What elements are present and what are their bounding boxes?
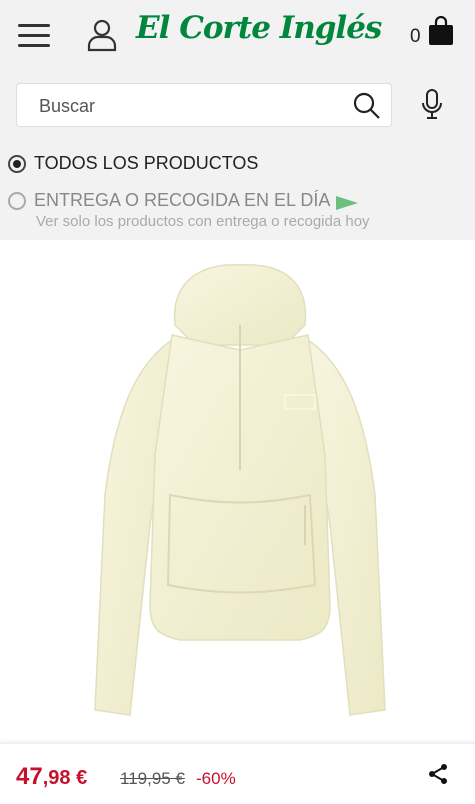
filter-same-day[interactable]: ENTREGA O RECOGIDA EN EL DÍA (8, 190, 359, 211)
filter-all-label: TODOS LOS PRODUCTOS (34, 153, 259, 173)
user-icon[interactable] (86, 18, 118, 52)
price-bar: 47,98 € 119,95 € -60% (0, 743, 475, 804)
search-box (16, 83, 392, 128)
brand-logo[interactable]: El Corte Inglés (136, 10, 382, 46)
search-icon[interactable] (353, 92, 381, 120)
product-image[interactable] (80, 255, 400, 725)
filter-same-day-description: Ver solo los productos con entrega o rec… (36, 213, 370, 230)
microphone-icon[interactable] (420, 88, 444, 122)
flag-icon (336, 194, 359, 210)
current-price-decimals: ,98 € (42, 767, 88, 789)
current-price-integer: 47 (16, 763, 43, 790)
original-price: 119,95 € (120, 769, 185, 788)
discount-badge: -60% (196, 769, 236, 788)
search-input[interactable] (37, 84, 341, 128)
shopping-bag-icon[interactable] (428, 15, 454, 46)
cart-count: 0 (410, 26, 421, 47)
menu-icon[interactable] (18, 24, 50, 50)
radio-unselected-icon[interactable] (8, 191, 26, 210)
filter-same-day-label: ENTREGA O RECOGIDA EN EL DÍA (34, 190, 331, 210)
share-icon[interactable] (426, 762, 450, 786)
radio-selected-icon[interactable] (8, 154, 26, 173)
app-header: El Corte Inglés 0 (0, 0, 475, 70)
filter-all-products[interactable]: TODOS LOS PRODUCTOS (8, 153, 258, 174)
current-price: 47,98 € (16, 763, 87, 791)
